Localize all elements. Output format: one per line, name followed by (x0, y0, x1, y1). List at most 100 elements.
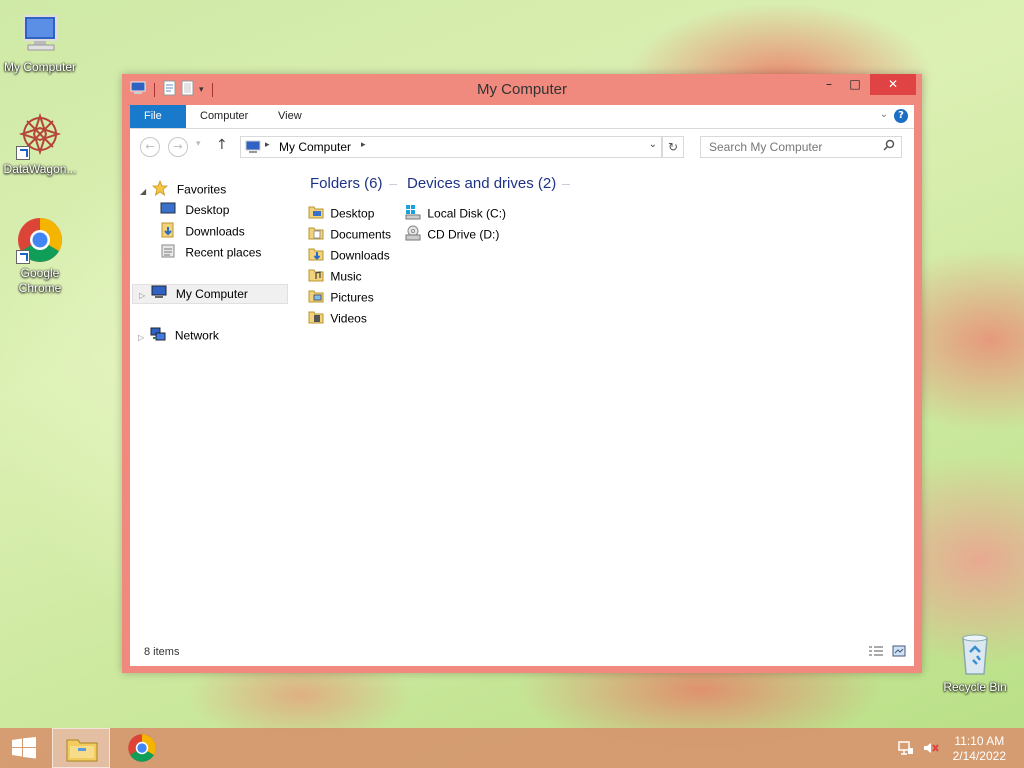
ribbon: File Computer View ⌄ ? (130, 105, 914, 129)
pictures-folder-icon (308, 288, 324, 309)
minimize-icon: – (826, 77, 832, 91)
folder-label: Downloads (330, 248, 390, 263)
nav-label: Recent places (185, 245, 262, 260)
tab-view[interactable]: View (264, 105, 316, 128)
nav-label: Favorites (176, 182, 227, 197)
collapse-arrow-icon[interactable]: ◢ (140, 187, 146, 196)
address-bar[interactable]: ▸ My Computer ▸ ⌄ (240, 136, 662, 158)
folder-label: Documents (330, 227, 392, 242)
network-status-icon[interactable] (898, 740, 914, 759)
folder-item-desktop[interactable]: Desktop (308, 204, 374, 222)
details-view-icon[interactable] (868, 645, 884, 660)
search-icon[interactable] (883, 139, 895, 154)
desktop-icon-chrome[interactable]: Google Chrome (0, 216, 80, 296)
downloads-folder-icon (160, 222, 176, 243)
nav-item-favorites[interactable]: ◢ Favorites (140, 179, 227, 201)
expand-ribbon-icon[interactable]: ⌄ (880, 109, 888, 120)
folder-label: Desktop (330, 206, 375, 221)
folder-item-documents[interactable]: Documents (308, 225, 391, 243)
tab-computer[interactable]: Computer (186, 105, 262, 128)
folder-item-music[interactable]: Music (308, 267, 362, 285)
desktop-folder-icon (308, 204, 324, 225)
refresh-icon: ↻ (667, 140, 679, 154)
nav-item-downloads[interactable]: Downloads (160, 222, 245, 240)
drive-item-local-disk[interactable]: Local Disk (C:) (405, 204, 506, 222)
star-icon (151, 179, 168, 201)
system-clock[interactable]: 11:10 AM 2/14/2022 (953, 734, 1006, 764)
search-input[interactable]: Search My Computer (700, 136, 902, 158)
folder-label: Pictures (330, 290, 374, 305)
explorer-client-area: File Computer View ⌄ ? ← → ▾ ↑ ▸ My Comp… (130, 105, 914, 666)
start-button[interactable] (8, 728, 44, 768)
folder-item-pictures[interactable]: Pictures (308, 288, 374, 306)
taskbar-file-explorer[interactable] (52, 728, 110, 768)
content-pane: Folders (6) Devices and drives (2) Deskt… (300, 175, 910, 641)
nav-item-recent-places[interactable]: Recent places (160, 243, 261, 261)
nav-item-desktop[interactable]: Desktop (160, 201, 229, 219)
nav-item-my-computer[interactable]: ▷ My Computer (132, 284, 288, 304)
divider (562, 183, 571, 185)
folder-label: Music (330, 269, 362, 284)
divider (388, 183, 397, 185)
volume-muted-icon[interactable] (922, 740, 940, 759)
back-button[interactable]: ← (140, 137, 160, 157)
breadcrumb-chevron-icon[interactable]: ▸ (265, 140, 270, 150)
folder-item-downloads[interactable]: Downloads (308, 246, 390, 264)
datawagon-logo-icon (16, 112, 64, 160)
tab-file[interactable]: File (130, 105, 186, 128)
windows-logo-icon (12, 737, 36, 762)
taskbar: 11:10 AM 2/14/2022 (0, 728, 1024, 768)
up-arrow-icon[interactable]: ↑ (216, 137, 228, 153)
group-header-folders[interactable]: Folders (6) (310, 175, 397, 192)
title-bar[interactable]: ▾ My Computer – □ ✕ (122, 74, 922, 104)
network-icon (150, 326, 166, 347)
recent-locations-icon[interactable]: ▾ (196, 139, 201, 149)
close-icon: ✕ (887, 77, 899, 91)
folder-label: Videos (330, 311, 367, 326)
expand-arrow-icon[interactable]: ▷ (138, 333, 144, 342)
nav-label: Downloads (185, 224, 245, 239)
maximize-button[interactable]: □ (842, 74, 868, 95)
documents-folder-icon (308, 225, 324, 246)
desktop-icon-label: Google Chrome (18, 266, 62, 295)
nav-label: My Computer (175, 287, 248, 301)
address-dropdown-icon[interactable]: ⌄ (649, 139, 657, 150)
window-title: My Computer (476, 81, 568, 98)
desktop-icon-recycle-bin[interactable]: Recycle Bin (935, 630, 1015, 695)
large-icons-view-icon[interactable] (892, 645, 906, 660)
help-icon[interactable]: ? (894, 109, 908, 123)
nav-label: Desktop (185, 203, 230, 217)
desktop-icon-my-computer[interactable]: My Computer (0, 10, 80, 75)
close-button[interactable]: ✕ (870, 74, 916, 95)
desktop-icon-label: My Computer (3, 60, 77, 74)
clock-time: 11:10 AM (954, 734, 1005, 748)
music-folder-icon (308, 267, 324, 288)
recent-places-icon (160, 243, 176, 264)
navigation-bar: ← → ▾ ↑ ▸ My Computer ▸ ⌄ ↻ Search My Co… (130, 129, 914, 165)
shortcut-arrow-icon (16, 146, 30, 160)
nav-item-network[interactable]: ▷ Network (138, 326, 219, 344)
expand-arrow-icon[interactable]: ▷ (139, 291, 145, 300)
file-explorer-icon (66, 736, 98, 765)
computer-icon (151, 285, 167, 304)
group-header-drives[interactable]: Devices and drives (2) (407, 175, 571, 192)
forward-button[interactable]: → (168, 137, 188, 157)
local-disk-icon (405, 204, 421, 225)
videos-folder-icon (308, 309, 324, 330)
explorer-window: ▾ My Computer – □ ✕ File Computer View ⌄… (122, 74, 922, 673)
drive-label: CD Drive (D:) (427, 227, 500, 242)
group-title: Devices and drives (2) (407, 175, 557, 192)
cd-drive-icon (405, 225, 421, 246)
drive-item-cd-drive[interactable]: CD Drive (D:) (405, 225, 499, 243)
minimize-button[interactable]: – (816, 74, 842, 95)
refresh-button[interactable]: ↻ (662, 136, 684, 158)
search-placeholder: Search My Computer (709, 140, 823, 154)
forward-arrow-icon: → (173, 140, 183, 153)
breadcrumb-my-computer[interactable]: My Computer (279, 140, 351, 154)
breadcrumb-chevron-icon[interactable]: ▸ (361, 140, 366, 150)
taskbar-chrome[interactable] (118, 728, 168, 768)
clock-date: 2/14/2022 (952, 749, 1006, 763)
computer-icon (16, 10, 64, 58)
desktop-icon-datawagon[interactable]: DataWagon... (0, 112, 80, 177)
folder-item-videos[interactable]: Videos (308, 309, 367, 327)
